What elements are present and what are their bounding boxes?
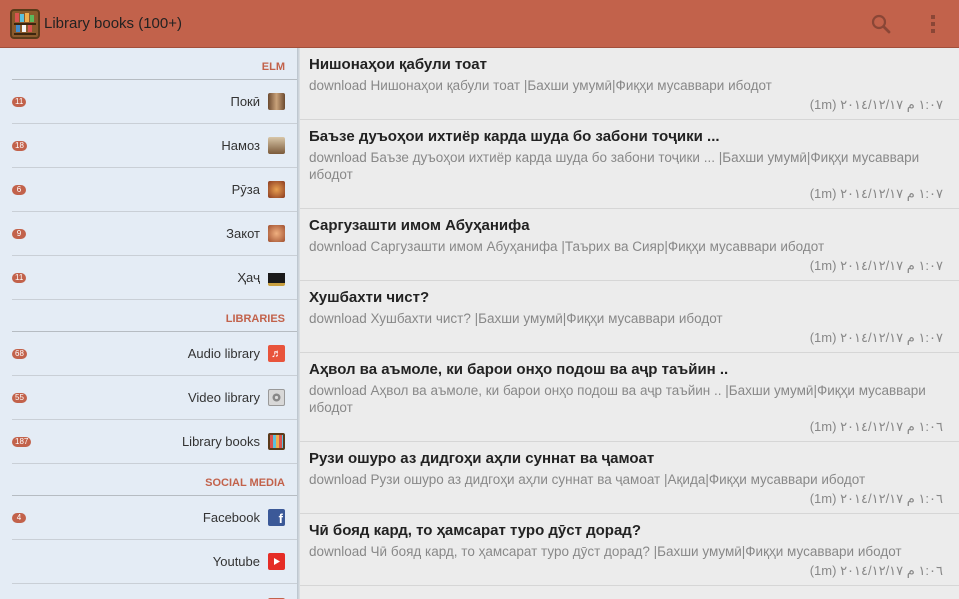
book-title: Хушбахти чист? xyxy=(309,289,430,306)
search-icon xyxy=(871,14,891,33)
list-item[interactable]: Чӣ бояд кард, то ҳамсарат туро дӯст дора… xyxy=(300,514,959,586)
prayer-icon xyxy=(268,137,285,154)
drawer-item-hajj[interactable]: 11 Ҳаҷ xyxy=(12,256,297,300)
drawer-item-audio-library[interactable]: 68 Audio library ♬ xyxy=(12,332,297,376)
library-books-icon xyxy=(268,433,285,450)
count-badge: 9 xyxy=(12,228,26,239)
book-title: Аҳвол ва аъмоле, ки барои онҳо подош ва … xyxy=(309,361,729,378)
book-title: Баъзе дуъоҳои ихтиёр карда шуда бо забон… xyxy=(309,128,720,145)
action-bar: Library books (100+) xyxy=(0,0,959,48)
book-description: download Рузи ошуро аз дидгоҳи аҳли сунн… xyxy=(309,472,866,487)
section-header-social-media: SOCIAL MEDIA xyxy=(12,464,297,496)
book-description: download Саргузашти имом Абуҳанифа |Таър… xyxy=(309,239,825,254)
book-list: Нишонаҳои қабули тоат download Нишонаҳои… xyxy=(300,48,959,599)
drawer-item-namoz[interactable]: 18 Намоз xyxy=(12,124,297,168)
ablution-icon xyxy=(268,93,285,110)
book-meta: (1m) ١:٠٦ م ٢٠١٤/١٢/١٧ xyxy=(809,491,943,506)
book-meta: (1m) ١:٠٧ م ٢٠١٤/١٢/١٧ xyxy=(809,330,943,345)
facebook-icon: f xyxy=(268,509,285,526)
book-title: Саргузашти имом Абуҳанифа xyxy=(309,217,530,234)
overflow-menu-button[interactable] xyxy=(907,0,959,48)
drawer-item-label: Audio library xyxy=(187,346,260,361)
drawer-item-poki[interactable]: 11 Покӣ xyxy=(12,80,297,124)
drawer-item-facebook[interactable]: 4 Facebook f xyxy=(12,496,297,540)
count-badge: 55 xyxy=(12,392,27,403)
count-badge: 68 xyxy=(12,348,27,359)
drawer-item-label: Рӯза xyxy=(231,182,260,197)
section-header-elm: ELM xyxy=(12,48,297,80)
book-description: download Баъзе дуъоҳои ихтиёр карда шуда… xyxy=(309,150,920,182)
book-title: Рузи ошуро аз дидгоҳи аҳли суннат ва ҷам… xyxy=(309,450,655,467)
book-description: download Хушбахти чист? |Бахши умумӣ|Фиқ… xyxy=(309,311,723,326)
drawer-item-label: Покӣ xyxy=(230,94,260,109)
count-badge: 6 xyxy=(12,184,26,195)
book-description: download Аҳвол ва аъмоле, ки барои онҳо … xyxy=(309,383,926,415)
book-meta: (1m) ١:٠٧ م ٢٠١٤/١٢/١٧ xyxy=(809,186,943,201)
drawer-item-label: Youtube xyxy=(212,554,260,569)
count-badge: 187 xyxy=(12,436,32,447)
list-item[interactable]: Аҳвол ва аъмоле, ки барои онҳо подош ва … xyxy=(300,353,959,442)
drawer-item-library-books[interactable]: 187 Library books xyxy=(12,420,297,464)
book-meta: (1m) ١:٠٦ م ٢٠١٤/١٢/١٧ xyxy=(809,419,943,434)
count-badge: 18 xyxy=(12,140,27,151)
drawer-item-youtube[interactable]: Youtube xyxy=(12,540,297,584)
drawer-item-video-library[interactable]: 55 Video library xyxy=(12,376,297,420)
drawer-item-zakot[interactable]: 9 Закот xyxy=(12,212,297,256)
drawer-item-label: Video library xyxy=(187,390,260,405)
list-item[interactable]: Саргузашти имом Абуҳанифа download Саргу… xyxy=(300,209,959,281)
drawer-item-label: Закот xyxy=(226,226,260,241)
kaaba-icon xyxy=(268,269,285,286)
count-badge: 11 xyxy=(12,272,27,283)
drawer-item-label: Ҳаҷ xyxy=(237,270,260,285)
list-item[interactable]: Хушбахти чист? download Хушбахти чист? |… xyxy=(300,281,959,353)
drawer-item-ruza[interactable]: 6 Рӯза xyxy=(12,168,297,212)
count-badge: 11 xyxy=(12,96,27,107)
drawer-item-label: Facebook xyxy=(202,510,260,525)
count-badge: 4 xyxy=(12,512,26,523)
audio-library-icon: ♬ xyxy=(268,345,285,362)
list-item[interactable]: Баъзе дуъоҳои ихтиёр карда шуда бо забон… xyxy=(300,120,959,209)
app-title: Library books (100+) xyxy=(44,15,182,32)
book-description: download Нишонаҳои қабули тоат |Бахши ум… xyxy=(309,78,772,93)
book-description: download Чӣ бояд кард, то ҳамсарат туро … xyxy=(309,544,902,559)
section-header-libraries: LIBRARIES xyxy=(12,300,297,332)
fasting-icon xyxy=(268,181,285,198)
list-item[interactable]: Нишонаҳои қабули тоат download Нишонаҳои… xyxy=(300,48,959,120)
drawer-item-partial[interactable] xyxy=(12,584,297,599)
book-title: Чӣ бояд кард, то ҳамсарат туро дӯст дора… xyxy=(309,522,641,539)
overflow-menu-icon xyxy=(931,14,935,33)
youtube-icon xyxy=(268,553,285,570)
bookshelf-icon[interactable] xyxy=(10,8,40,39)
book-meta: (1m) ١:٠٦ م ٢٠١٤/١٢/١٧ xyxy=(809,563,943,578)
charity-icon xyxy=(268,225,285,242)
drawer-item-label: Library books xyxy=(181,434,260,449)
book-title: Нишонаҳои қабули тоат xyxy=(309,56,487,73)
search-button[interactable] xyxy=(855,0,907,48)
drawer-item-label: Намоз xyxy=(221,138,260,153)
video-library-icon xyxy=(268,389,285,406)
book-meta: (1m) ١:٠٧ م ٢٠١٤/١٢/١٧ xyxy=(809,258,943,273)
list-item[interactable]: Рузи ошуро аз дидгоҳи аҳли суннат ва ҷам… xyxy=(300,442,959,514)
navigation-drawer: ELM 11 Покӣ 18 Намоз 6 Рӯза 9 Закот 11 Ҳ… xyxy=(0,48,297,599)
book-meta: (1m) ١:٠٧ م ٢٠١٤/١٢/١٧ xyxy=(809,97,943,112)
